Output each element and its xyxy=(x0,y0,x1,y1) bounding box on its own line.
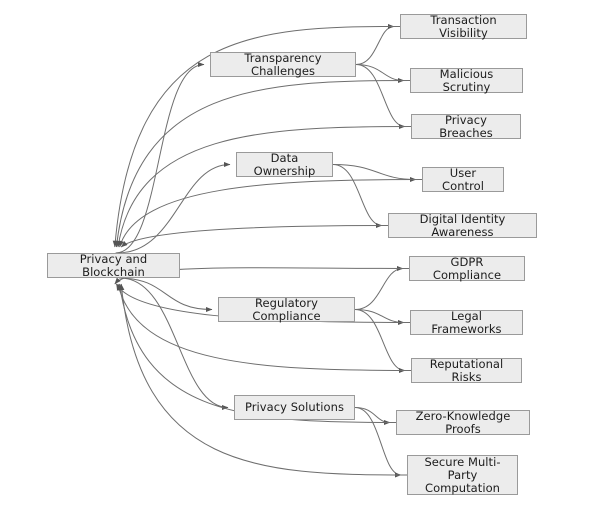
node-malicious[interactable]: Malicious Scrutiny xyxy=(410,67,523,93)
edge-regulatory-to-reputation xyxy=(354,309,406,374)
node-transparency[interactable]: Transparency Challenges xyxy=(210,51,356,77)
node-usercontrol[interactable]: User Control xyxy=(422,166,504,192)
node-regulatory[interactable]: Regulatory Compliance xyxy=(218,296,355,322)
node-smpc[interactable]: Secure Multi-Party Computation xyxy=(407,455,518,495)
node-breaches[interactable]: Privacy Breaches xyxy=(411,113,521,139)
edge-root-to-regulatory xyxy=(118,277,213,313)
edge-transparency-to-malicious xyxy=(355,64,405,84)
edge-ownership-to-usercontrol xyxy=(332,164,417,183)
node-root[interactable]: Privacy and Blockchain xyxy=(47,252,180,278)
edge-transparency-to-txvis xyxy=(355,23,395,65)
edge-transparency-to-breaches xyxy=(355,64,406,130)
edge-solutions-to-zkp xyxy=(354,407,391,426)
edge-ownership-to-digitalid xyxy=(332,164,383,229)
node-ownership[interactable]: Data Ownership xyxy=(236,151,333,177)
node-zkp[interactable]: Zero-Knowledge Proofs xyxy=(396,409,530,435)
edge-usercontrol-to-root xyxy=(118,179,423,248)
node-gdpr[interactable]: GDPR Compliance xyxy=(409,255,525,281)
node-txvis[interactable]: Transaction Visibility xyxy=(400,13,527,39)
node-solutions[interactable]: Privacy Solutions xyxy=(234,395,355,420)
node-reputation[interactable]: Reputational Risks xyxy=(411,357,522,383)
edge-root-to-transparency xyxy=(115,61,205,254)
edge-root-to-solutions xyxy=(120,277,229,411)
edge-digitalid-to-root xyxy=(120,225,389,248)
edge-regulatory-to-gdpr xyxy=(354,265,404,310)
node-digitalid[interactable]: Digital Identity Awareness xyxy=(388,212,537,238)
node-legal[interactable]: Legal Frameworks xyxy=(410,309,523,335)
mindmap-canvas: Privacy and Blockchain Transparency Chall… xyxy=(0,0,615,512)
